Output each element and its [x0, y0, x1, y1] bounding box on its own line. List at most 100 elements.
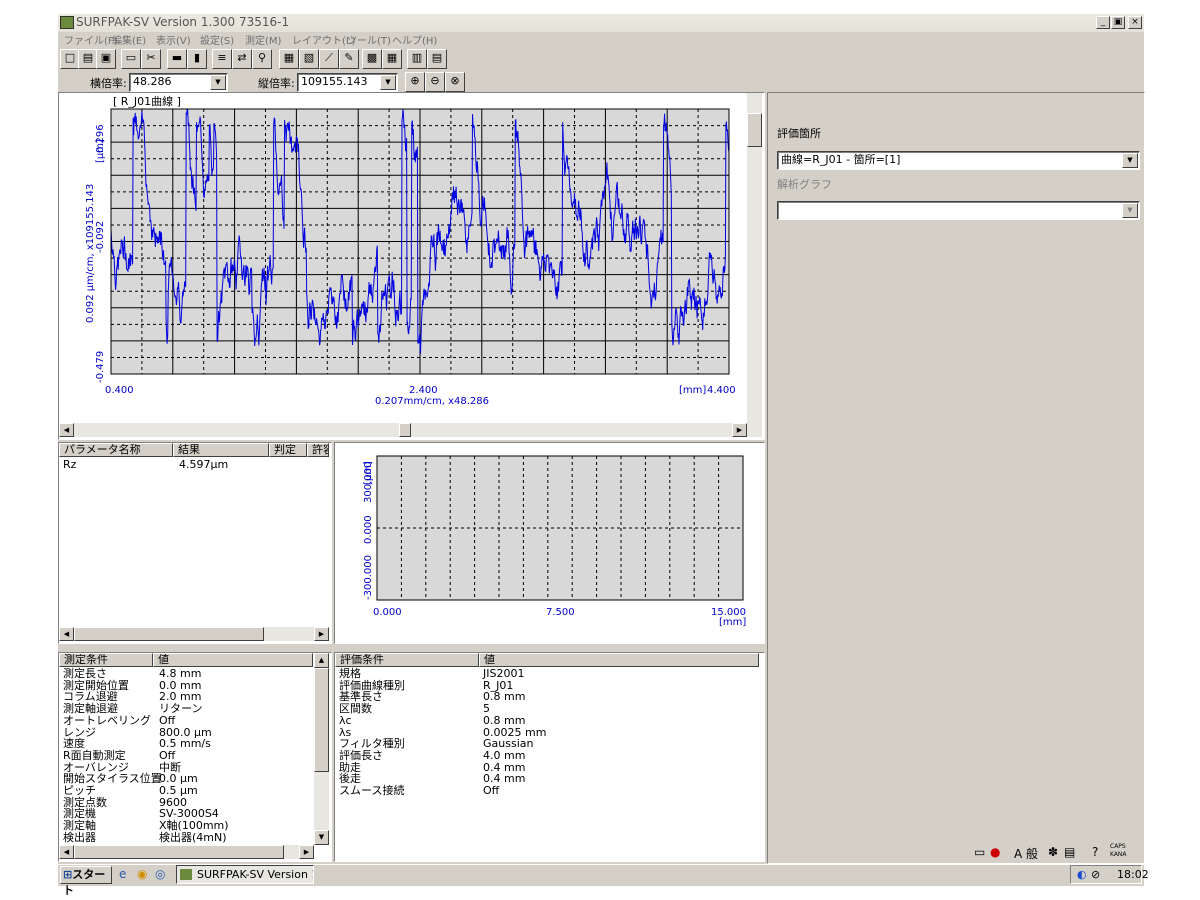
measure-vscroll[interactable]: ▲ ▼ — [314, 653, 329, 845]
scroll-right-icon[interactable]: ▶ — [314, 627, 329, 641]
chevron-down-icon[interactable]: ▼ — [1122, 203, 1138, 218]
pattern-icon[interactable]: ▦ — [382, 49, 402, 69]
header-value[interactable]: 値 — [153, 653, 313, 667]
scroll-up-icon[interactable]: ▲ — [314, 653, 329, 668]
header-param-name[interactable]: パラメータ名称 — [59, 443, 173, 457]
scroll-left-icon[interactable]: ◀ — [59, 845, 74, 859]
scroll-thumb[interactable] — [399, 423, 411, 437]
close-icon[interactable]: × — [1128, 16, 1142, 29]
printer-icon[interactable]: ▭ — [974, 845, 985, 859]
menu-tools[interactable]: ツール(T) — [347, 32, 391, 47]
scroll-thumb[interactable] — [747, 113, 762, 147]
scroll-thumb[interactable] — [314, 668, 329, 772]
zoom-out-icon[interactable]: ⊖ — [425, 72, 445, 92]
menu-help[interactable]: ヘルプ(H) — [392, 32, 437, 47]
ime-text[interactable]: A 般 — [1014, 845, 1038, 862]
measure-hscroll[interactable]: ◀ ▶ — [59, 845, 314, 859]
scroll-left-icon[interactable]: ◀ — [59, 423, 74, 437]
menu-file[interactable]: ファイル(F) — [64, 32, 118, 47]
swap-icon[interactable]: ⇄ — [232, 49, 252, 69]
menu-settings[interactable]: 設定(S) — [200, 32, 234, 47]
eval-location-combo[interactable]: 曲線=R_J01 - 箇所=[1] ▼ — [777, 151, 1140, 170]
tool-icon[interactable]: ⟋ — [319, 49, 339, 69]
open-folder-icon[interactable]: ▤ — [78, 49, 98, 69]
save-icon[interactable]: ▣ — [96, 49, 116, 69]
image-icon[interactable]: ▩ — [362, 49, 382, 69]
header-measure-cond[interactable]: 測定条件 — [59, 653, 153, 667]
scroll-right-icon[interactable]: ▶ — [299, 845, 314, 859]
profile-vscroll[interactable] — [747, 93, 762, 423]
ie-icon[interactable]: e — [119, 867, 126, 881]
profile-chart: [ R_J01曲線 ] 0.400 2.400 4.400 [mm] 0.207… — [85, 94, 736, 407]
x-tick-1: 2.400 — [409, 385, 438, 396]
media-icon[interactable]: ◉ — [137, 867, 147, 881]
print-icon[interactable]: ▦ — [279, 49, 299, 69]
taskbar-app-label: SURFPAK-SV Version 1... — [197, 868, 313, 881]
chevron-down-icon[interactable]: ▼ — [210, 75, 226, 90]
kana-indicator: KANA — [1110, 851, 1127, 858]
condition-value-cell: Off — [159, 713, 176, 727]
layout-icon[interactable]: ▥ — [407, 49, 427, 69]
condition-name-cell[interactable]: オートレベリング — [63, 714, 151, 727]
analysis-graph: 0.000 7.500 15.000 [mm] [μm] 300.000 0.0… — [363, 455, 746, 628]
menu-edit[interactable]: 編集(E) — [112, 32, 146, 47]
condition-value-cell: 検出器(4mN) — [159, 830, 227, 844]
taskbar-app-button[interactable]: SURFPAK-SV Version 1... — [176, 865, 314, 884]
volume-icon[interactable]: ⊘ — [1091, 866, 1100, 883]
condition-name-cell[interactable]: スムース接続 — [339, 785, 404, 797]
param-name-cell[interactable]: Rz — [63, 459, 76, 471]
header-result[interactable]: 結果 — [173, 443, 269, 457]
restore-icon[interactable]: ▣ — [1111, 16, 1125, 29]
align-icon[interactable]: ≡ — [212, 49, 232, 69]
caps-indicator: CAPS — [1110, 843, 1126, 850]
header-judge[interactable]: 判定 — [269, 443, 307, 457]
pen-icon[interactable]: ✎ — [339, 49, 359, 69]
chevron-down-icon[interactable]: ▼ — [1122, 153, 1138, 168]
v-mag-combo[interactable]: 109155.143 ▼ — [297, 73, 398, 92]
scroll-thumb[interactable] — [74, 627, 264, 641]
bar-icon[interactable]: ▮ — [187, 49, 207, 69]
app-icon — [180, 869, 192, 880]
palette-icon[interactable]: ✽ — [1048, 845, 1058, 859]
zoom-in-icon[interactable]: ⊕ — [405, 72, 425, 92]
help-icon[interactable]: ? — [1092, 845, 1098, 859]
condition-name-cell[interactable]: 検出器 — [63, 831, 96, 844]
menu-view[interactable]: 表示(V) — [156, 32, 191, 47]
copy-icon[interactable]: ▭ — [121, 49, 141, 69]
y-axis-label: 0.092 μm/cm, x109155.143 — [85, 184, 96, 323]
ruler-icon[interactable]: ▬ — [167, 49, 187, 69]
h-mag-label: 横倍率: — [90, 77, 127, 90]
header-tolerance[interactable]: 許容 — [307, 443, 329, 457]
scroll-thumb[interactable] — [74, 845, 284, 859]
cut-icon[interactable]: ✂ — [141, 49, 161, 69]
scroll-down-icon[interactable]: ▼ — [314, 830, 329, 845]
eval-conditions-table: 評価条件 値 規格 JIS2001 評価曲線種別 R_J01 基準長さ 0.8 mm 区間数… — [334, 652, 765, 862]
params-hscroll[interactable]: ◀ ▶ — [59, 627, 329, 641]
edit-icon[interactable]: ▧ — [299, 49, 319, 69]
floppy-icon[interactable]: ▤ — [1064, 845, 1075, 859]
minimize-icon[interactable]: _ — [1096, 16, 1110, 29]
header-value[interactable]: 値 — [479, 653, 759, 667]
x-sub-label: 0.207mm/cm, x48.286 — [375, 396, 489, 407]
header-eval-cond[interactable]: 評価条件 — [335, 653, 479, 667]
start-button[interactable]: ⊞スタート — [60, 866, 112, 897]
menu-measure[interactable]: 測定(M) — [245, 32, 281, 47]
zoom-fit-icon[interactable]: ⊗ — [445, 72, 465, 92]
x-tick-0: 0.000 — [373, 607, 402, 618]
condition-name-cell[interactable]: λc — [339, 714, 352, 727]
chart-icon[interactable]: ⚲ — [252, 49, 272, 69]
h-mag-combo[interactable]: 48.286 ▼ — [129, 73, 228, 92]
menu-layout[interactable]: レイアウト(L) — [292, 32, 355, 47]
desktop-icon[interactable]: ◎ — [155, 867, 165, 881]
chevron-down-icon[interactable]: ▼ — [380, 75, 396, 90]
parameter-table: パラメータ名称 結果 判定 許容 Rz 4.597μm ◀ ▶ — [58, 442, 332, 644]
analysis-graph-combo[interactable]: ▼ — [777, 201, 1140, 220]
scroll-left-icon[interactable]: ◀ — [59, 627, 74, 641]
network-icon[interactable]: ◐ — [1077, 866, 1087, 883]
ball-icon[interactable]: ● — [990, 845, 1000, 859]
scroll-right-icon[interactable]: ▶ — [732, 423, 747, 437]
profile-hscroll[interactable]: ◀ ▶ — [59, 423, 762, 437]
param-result-cell: 4.597μm — [179, 458, 229, 471]
layout2-icon[interactable]: ▤ — [427, 49, 447, 69]
new-file-icon[interactable]: □ — [60, 49, 80, 69]
